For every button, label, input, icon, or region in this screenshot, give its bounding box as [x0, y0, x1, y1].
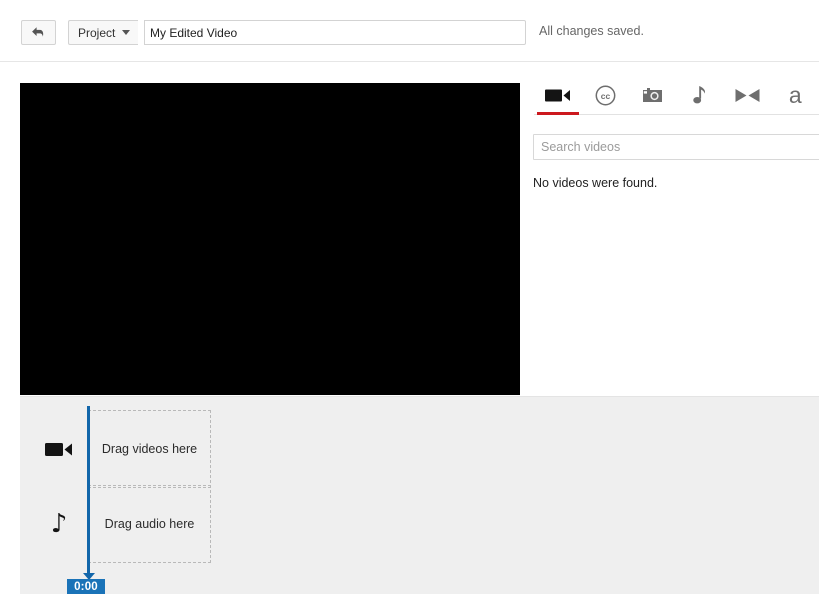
music-note-glyph: ♪ [51, 511, 68, 537]
video-dropzone-label: Drag videos here [102, 442, 197, 456]
svg-text:cc: cc [601, 91, 611, 101]
text-letter-a-icon: a [789, 84, 802, 107]
video-track-icon [43, 433, 75, 465]
back-arrow-icon [31, 26, 46, 39]
project-menu-label: Project [78, 27, 115, 39]
transition-bowtie-icon [735, 88, 760, 103]
project-menu-button[interactable]: Project [68, 20, 138, 45]
video-dropzone[interactable]: Drag videos here [88, 410, 211, 488]
video-editor-app: Project All changes saved. [0, 0, 819, 594]
audio-dropzone[interactable]: Drag audio here [88, 485, 211, 563]
tab-text[interactable]: a [772, 76, 819, 114]
tab-photos[interactable] [629, 76, 677, 114]
timeline-panel[interactable]: Drag videos here ♪ Drag audio here 0:00 [20, 396, 819, 594]
project-title-input[interactable] [144, 20, 526, 45]
chevron-down-icon [122, 30, 130, 35]
video-camera-icon [545, 87, 571, 104]
video-preview-player[interactable] [20, 83, 520, 395]
tab-audio[interactable] [677, 76, 725, 114]
playhead-time-badge[interactable]: 0:00 [67, 579, 105, 594]
tab-videos[interactable] [534, 76, 582, 114]
media-empty-message: No videos were found. [533, 176, 657, 190]
timeline-audio-track: ♪ Drag audio here [20, 485, 819, 563]
playhead-line [87, 406, 90, 573]
search-input[interactable] [533, 134, 819, 160]
editor-header: Project All changes saved. [0, 0, 819, 62]
photo-camera-icon [641, 86, 664, 104]
audio-track-icon: ♪ [43, 508, 75, 540]
creative-commons-icon: cc [595, 85, 616, 106]
timeline-video-track: Drag videos here [20, 410, 819, 488]
back-button[interactable] [21, 20, 56, 45]
audio-dropzone-label: Drag audio here [105, 517, 195, 531]
active-tab-indicator [537, 112, 579, 115]
media-library-panel: cc [520, 76, 819, 395]
tab-creative-commons[interactable]: cc [582, 76, 630, 114]
timeline-playhead[interactable]: 0:00 [87, 406, 88, 594]
media-tab-bar: cc [534, 76, 819, 115]
tab-transitions[interactable] [724, 76, 772, 114]
save-status-text: All changes saved. [539, 24, 644, 38]
music-note-icon [693, 85, 708, 105]
